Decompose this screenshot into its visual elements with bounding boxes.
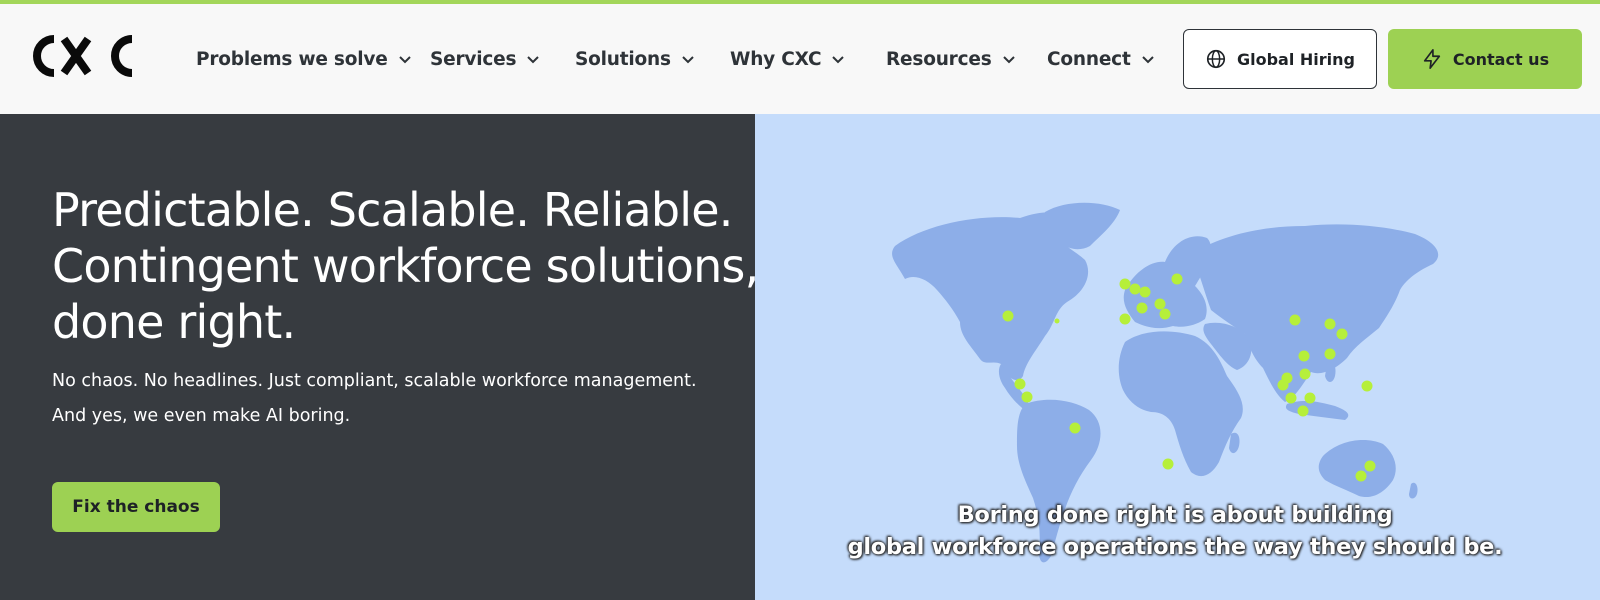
nav-solutions[interactable]: Solutions bbox=[575, 44, 695, 74]
chevron-down-icon bbox=[1141, 56, 1154, 64]
globe-icon bbox=[1206, 49, 1226, 69]
asia-shape bbox=[1195, 224, 1439, 402]
site-header: Problems we solve Services Solutions Why… bbox=[0, 4, 1600, 114]
hero-text-panel: Predictable. Scalable. Reliable. Conting… bbox=[0, 114, 759, 600]
nav-label: Resources bbox=[886, 48, 992, 70]
headline-line: done right. bbox=[52, 295, 296, 349]
madagascar-shape bbox=[1229, 432, 1240, 454]
contact-us-button[interactable]: Contact us bbox=[1388, 29, 1582, 89]
hero-subtext: No chaos. No headlines. Just compliant, … bbox=[52, 364, 697, 434]
australia-shape bbox=[1318, 440, 1396, 498]
subtext-line: And yes, we even make AI boring. bbox=[52, 406, 351, 426]
nav-connect[interactable]: Connect bbox=[1047, 44, 1155, 74]
headline-line: Contingent workforce solutions, bbox=[52, 239, 759, 293]
chevron-down-icon bbox=[832, 56, 845, 64]
nav-label: Why CXC bbox=[730, 48, 822, 70]
map-caption-line: Boring done right is about building bbox=[957, 502, 1393, 528]
chevron-down-icon bbox=[1002, 56, 1015, 64]
global-hiring-button[interactable]: Global Hiring bbox=[1183, 29, 1377, 89]
nav-problems-we-solve[interactable]: Problems we solve bbox=[196, 44, 412, 74]
cxc-logo[interactable] bbox=[28, 30, 148, 82]
headline-line: Predictable. Scalable. Reliable. bbox=[52, 183, 733, 237]
lightning-icon bbox=[1423, 49, 1441, 69]
chevron-down-icon bbox=[398, 56, 411, 64]
subtext-line: No chaos. No headlines. Just compliant, … bbox=[52, 371, 697, 391]
chevron-down-icon bbox=[527, 56, 540, 64]
hero-map-panel: Boring done right is about building glob… bbox=[755, 114, 1600, 600]
fix-the-chaos-button[interactable]: Fix the chaos bbox=[52, 482, 220, 532]
nav-services[interactable]: Services bbox=[430, 44, 540, 74]
new-zealand-shape bbox=[1409, 482, 1418, 499]
hero-headline: Predictable. Scalable. Reliable. Conting… bbox=[52, 182, 759, 350]
global-hiring-label: Global Hiring bbox=[1236, 49, 1355, 69]
nav-why-cxc[interactable]: Why CXC bbox=[730, 44, 845, 74]
nav-label: Services bbox=[430, 48, 517, 70]
nav-resources[interactable]: Resources bbox=[886, 44, 1016, 74]
contact-us-label: Contact us bbox=[1452, 49, 1550, 69]
chevron-down-icon bbox=[682, 56, 694, 64]
nav-label: Solutions bbox=[575, 48, 671, 70]
indonesia-shape bbox=[1285, 400, 1349, 420]
nav-label: Problems we solve bbox=[196, 48, 388, 70]
nav-label: Connect bbox=[1047, 48, 1131, 70]
map-caption-line: global workforce operations the way they… bbox=[847, 534, 1503, 560]
